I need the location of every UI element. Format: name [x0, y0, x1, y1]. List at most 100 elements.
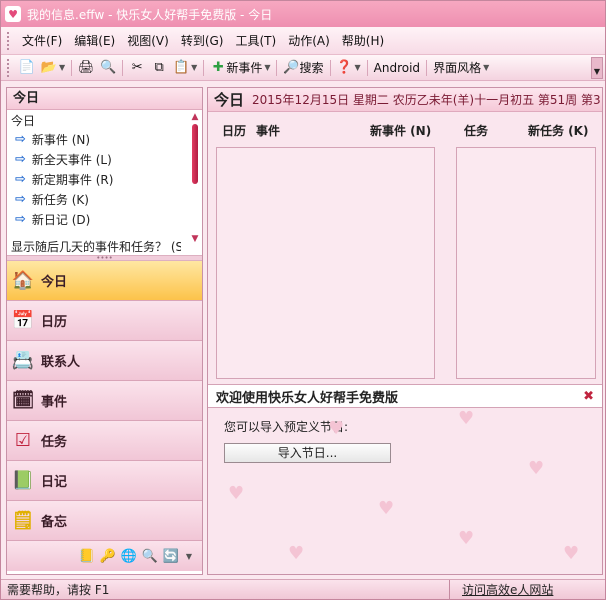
nav-label: 事件: [41, 395, 68, 410]
nav-today[interactable]: 🏠 今日: [7, 261, 202, 301]
calendar-column-label: 日历: [222, 124, 247, 138]
scroll-up-icon[interactable]: ▲: [190, 112, 200, 122]
print-icon: 🖨: [77, 60, 95, 75]
nav-pane-header: 今日: [7, 88, 202, 110]
link-new-diary[interactable]: ⇨ 新日记 (D): [15, 210, 188, 230]
new-event-link[interactable]: 新事件 (N): [370, 122, 431, 139]
menu-goto[interactable]: 转到(G): [175, 27, 230, 55]
nav-tasks[interactable]: ☑ 任务: [7, 421, 202, 461]
toolbar-overflow-button[interactable]: ▼: [591, 57, 603, 79]
column-headers: 日历 事件 新事件 (N) 任务 新任务 (K): [208, 122, 602, 140]
nav-memo[interactable]: 🗒 备忘: [7, 501, 202, 541]
preview-button[interactable]: 🔍: [97, 57, 119, 79]
search-mini-icon[interactable]: 🔍: [142, 548, 158, 564]
tasks-list-box[interactable]: [456, 147, 596, 379]
link-label: 新任务 (K): [31, 193, 89, 207]
open-button[interactable]: 📂 ▼: [38, 57, 68, 79]
chevron-down-icon: ▼: [264, 63, 271, 72]
paste-button[interactable]: 📋 ▼: [170, 57, 200, 79]
toolbar-separator: [71, 59, 73, 76]
menu-view[interactable]: 视图(V): [121, 27, 175, 55]
contact-card-icon: 📇: [11, 350, 35, 371]
link-new-task[interactable]: ⇨ 新任务 (K): [15, 190, 188, 210]
home-icon: 🏠: [11, 270, 35, 291]
new-document-button[interactable]: 📄: [16, 57, 38, 79]
heart-decoration-icon: ♥: [458, 408, 475, 429]
app-icon: ♥: [5, 6, 21, 22]
nav-label: 任务: [41, 435, 68, 450]
status-help-text: 需要帮助，请按 F1: [7, 583, 110, 597]
heart-decoration-icon: ♥: [458, 528, 475, 549]
sync-icon[interactable]: 🔄: [163, 548, 179, 564]
menu-actions[interactable]: 动作(A): [282, 27, 336, 55]
visit-website-link[interactable]: 访问高效e人网站: [449, 580, 599, 600]
copy-button[interactable]: ⧉: [148, 57, 170, 79]
search-icon: 🔎: [283, 60, 300, 75]
heart-decoration-icon: ♥: [563, 543, 580, 564]
chevron-down-icon[interactable]: ▼: [186, 552, 192, 561]
today-view: 今日 2015年12月15日 星期二 农历乙未年(羊)十一月初五 第51周 第3…: [207, 87, 603, 575]
chevron-down-icon: ▼: [483, 63, 490, 72]
navigation-pane: 今日 今日 ⇨ 新事件 (N) ⇨ 新全天事件 (L) ⇨ 新定期事件 (R) ⇨ 新任…: [6, 87, 203, 575]
quick-list-scrollbar[interactable]: ▲ ▼: [190, 112, 200, 252]
key-icon[interactable]: 🔑: [100, 548, 116, 564]
search-label: 搜索: [299, 61, 324, 75]
menu-grip-icon: [7, 31, 10, 50]
nav-calendar[interactable]: 📅 日历: [7, 301, 202, 341]
link-show-upcoming[interactable]: 显示随后几天的事件和任务？ (S): [11, 238, 181, 254]
new-document-icon: 📄: [18, 60, 36, 75]
cut-icon: ✂: [131, 60, 143, 75]
scroll-thumb[interactable]: [192, 124, 198, 184]
new-event-button[interactable]: ✚ 新事件 ▼: [207, 57, 273, 79]
android-button[interactable]: Android: [371, 57, 423, 79]
menu-help[interactable]: 帮助(H): [336, 27, 390, 55]
link-label: 新全天事件 (L): [31, 153, 112, 167]
cut-button[interactable]: ✂: [126, 57, 148, 79]
chevron-down-icon: ▼: [59, 63, 66, 72]
checklist-icon: ☑: [14, 430, 32, 451]
today-header: 今日 2015年12月15日 星期二 农历乙未年(羊)十一月初五 第51周 第3: [208, 88, 602, 112]
today-quick-list: 今日 ⇨ 新事件 (N) ⇨ 新全天事件 (L) ⇨ 新定期事件 (R) ⇨ 新任务 (…: [7, 110, 202, 255]
notes-mini-icon[interactable]: 📒: [79, 548, 95, 564]
toolbar-separator: [426, 59, 428, 76]
preview-icon: 🔍: [100, 60, 117, 75]
arrow-right-icon: ⇨: [15, 152, 26, 167]
close-icon[interactable]: ✖: [583, 389, 594, 404]
print-button[interactable]: 🖨: [75, 57, 97, 79]
event-column-label: 事件: [256, 124, 281, 138]
toolbar-separator: [276, 59, 278, 76]
search-button[interactable]: 🔎 搜索: [280, 57, 326, 79]
task-column-label: 任务: [464, 124, 489, 138]
scroll-down-icon[interactable]: ▼: [190, 234, 200, 244]
menu-edit[interactable]: 编辑(E): [68, 27, 121, 55]
link-label: 新事件 (N): [31, 133, 91, 147]
nav-diary[interactable]: 📗 日记: [7, 461, 202, 501]
skin-button[interactable]: 界面风格 ▼: [430, 57, 492, 79]
nav-contacts[interactable]: 📇 联系人: [7, 341, 202, 381]
import-holidays-button[interactable]: 导入节日...: [224, 443, 391, 463]
link-new-event[interactable]: ⇨ 新事件 (N): [15, 130, 188, 150]
globe-icon[interactable]: 🌐: [121, 548, 137, 564]
chevron-down-icon: ▼: [191, 63, 198, 72]
heart-decoration-icon: ♥: [228, 483, 245, 504]
help-button[interactable]: ❓ ▼: [334, 57, 364, 79]
copy-icon: ⧉: [154, 60, 164, 75]
new-task-link[interactable]: 新任务 (K): [528, 122, 588, 139]
link-new-recurring-event[interactable]: ⇨ 新定期事件 (R): [15, 170, 188, 190]
heart-decoration-icon: ♥: [288, 543, 305, 564]
link-new-allday-event[interactable]: ⇨ 新全天事件 (L): [15, 150, 188, 170]
open-folder-icon: 📂: [40, 60, 58, 75]
chevron-down-icon: ▼: [354, 63, 361, 72]
menu-file[interactable]: 文件(F): [16, 27, 68, 55]
heart-decoration-icon: ♥: [328, 418, 345, 439]
help-icon: ❓: [336, 60, 353, 75]
nav-events[interactable]: 🗓 事件: [7, 381, 202, 421]
heart-decoration-icon: ♥: [378, 498, 395, 519]
menu-tools[interactable]: 工具(T): [229, 27, 282, 55]
events-list-box[interactable]: [216, 147, 435, 379]
nav-mini-bar: 📒 🔑 🌐 🔍 🔄 ▼: [7, 541, 202, 571]
nav-label: 日历: [41, 315, 68, 330]
app-window: ♥ 我的信息.effw - 快乐女人好帮手免费版 - 今日 文件(F) 编辑(E…: [0, 0, 606, 600]
arrow-right-icon: ⇨: [15, 192, 26, 207]
welcome-title: 欢迎使用快乐女人好帮手免费版: [216, 390, 399, 406]
